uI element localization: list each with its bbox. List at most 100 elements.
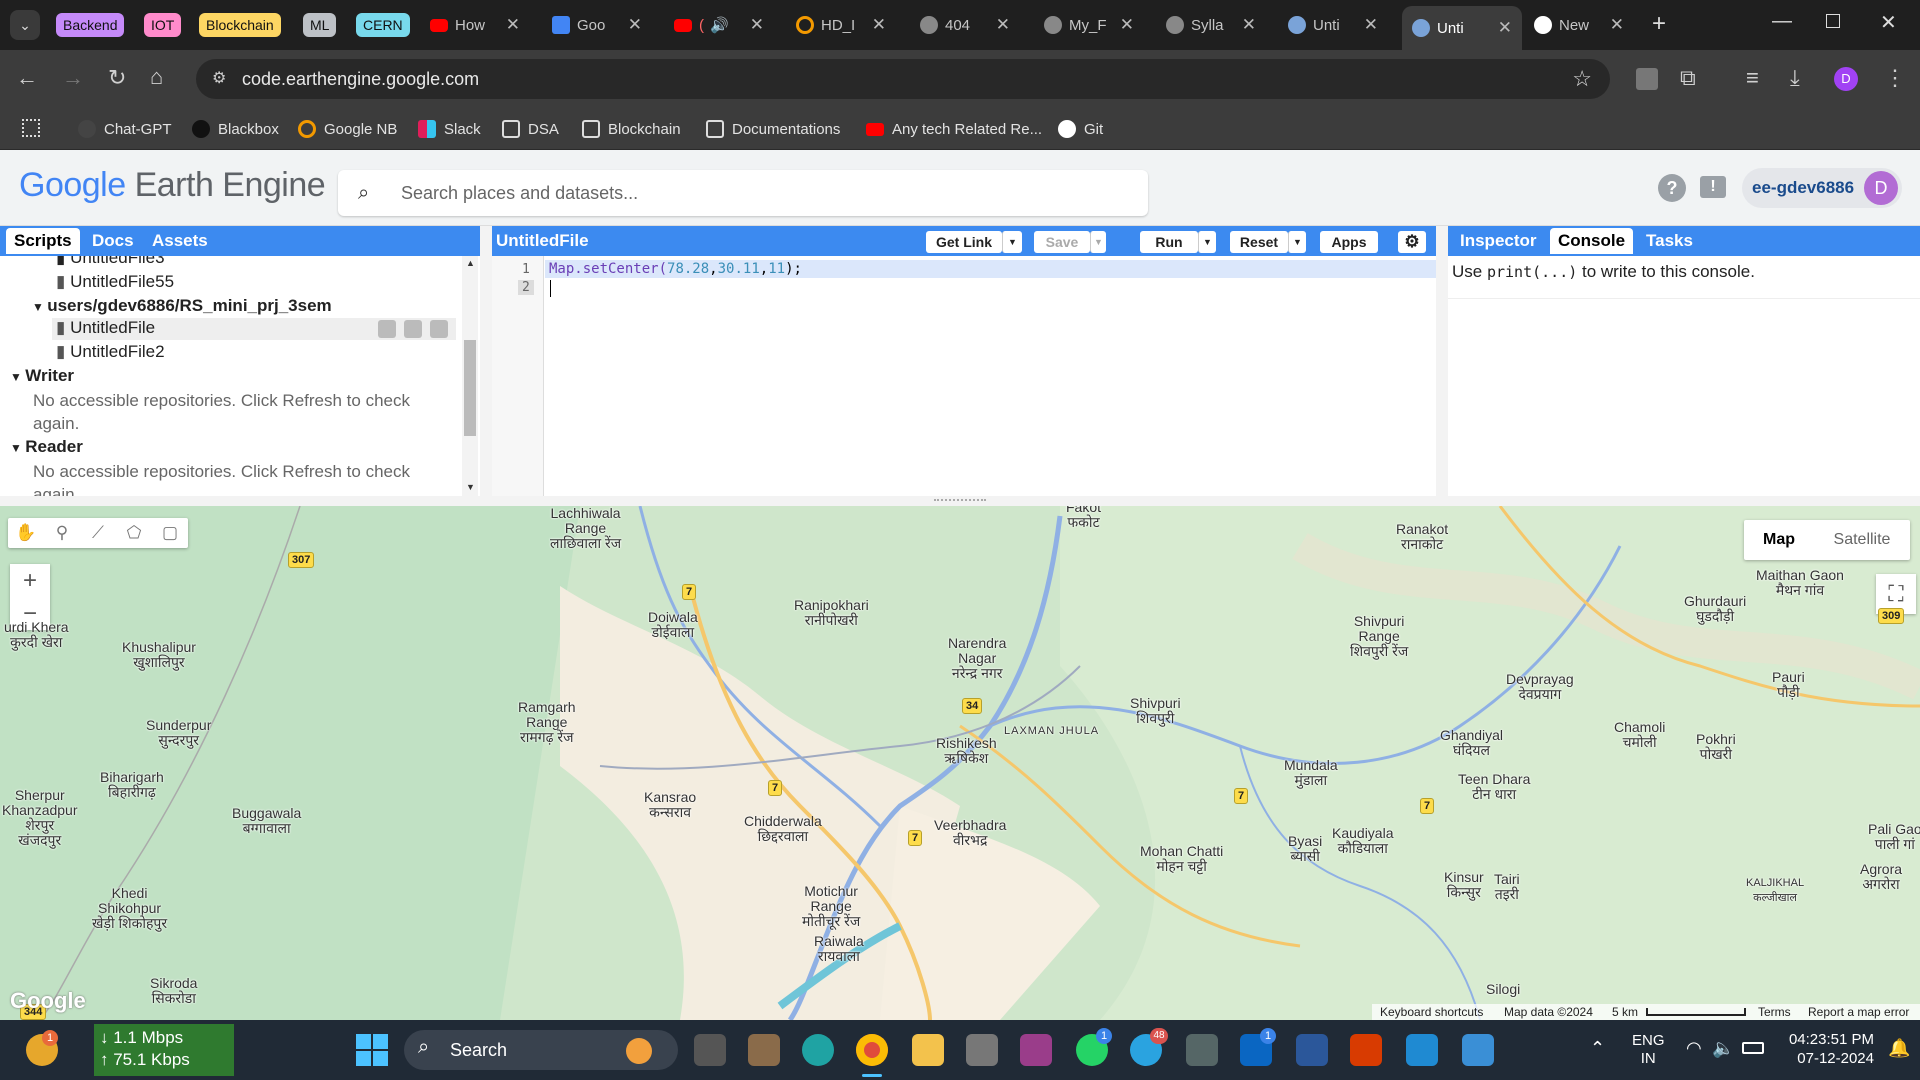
tab-console[interactable]: Console: [1550, 228, 1634, 254]
tab-group-cern[interactable]: CERN: [356, 13, 410, 37]
expand-triangle-icon[interactable]: ▼: [10, 370, 25, 384]
tab-group-iot[interactable]: IOT: [144, 13, 182, 37]
restore-button[interactable]: [1826, 14, 1840, 28]
hand-pan-icon[interactable]: ✋: [8, 523, 44, 543]
reset-button[interactable]: Reset: [1230, 231, 1288, 253]
bookmark-google-nb[interactable]: Google NB: [298, 117, 397, 141]
pen-app-icon[interactable]: [1186, 1034, 1218, 1066]
extensions-puzzle-icon[interactable]: ⧉: [1680, 67, 1696, 89]
tab-untitled-active[interactable]: Unti ✕: [1402, 6, 1522, 50]
expand-triangle-icon[interactable]: ▼: [10, 441, 25, 455]
code-editor[interactable]: 1 2 Map.setCenter(78.28,30.11,11);: [492, 256, 1436, 496]
chrome-icon[interactable]: [856, 1034, 888, 1066]
scroll-up-arrow[interactable]: ▲: [466, 258, 475, 268]
bookmark-dsa[interactable]: DSA: [502, 117, 559, 141]
tab-hd[interactable]: HD_I ✕: [796, 6, 896, 44]
tab-docs[interactable]: Docs: [84, 228, 142, 254]
scale-label[interactable]: 5 km: [1612, 1005, 1638, 1019]
tab-scripts[interactable]: Scripts: [6, 228, 80, 254]
apps-grid-icon[interactable]: [22, 119, 40, 137]
feedback-icon[interactable]: !: [1700, 176, 1726, 198]
terms-link[interactable]: Terms: [1758, 1005, 1791, 1019]
run-dropdown[interactable]: ▼: [1198, 231, 1216, 253]
home-button[interactable]: ⌂: [150, 66, 163, 88]
splitter-horizontal[interactable]: [0, 496, 1920, 506]
close-tab-icon[interactable]: ✕: [996, 15, 1010, 35]
file-explorer-icon[interactable]: [912, 1034, 944, 1066]
get-link-button[interactable]: Get Link: [926, 231, 1002, 253]
battery-icon[interactable]: [1742, 1042, 1764, 1054]
close-tab-icon[interactable]: ✕: [872, 15, 886, 35]
taskbar-search[interactable]: ⌕ Search: [404, 1030, 678, 1070]
code-line-1[interactable]: Map.setCenter(78.28,30.11,11);: [545, 260, 1436, 278]
game-app-icon[interactable]: [1020, 1034, 1052, 1066]
close-tab-icon[interactable]: ✕: [628, 15, 642, 35]
bookmark-slack[interactable]: Slack: [418, 117, 481, 141]
task-view-icon[interactable]: [694, 1034, 726, 1066]
close-tab-icon[interactable]: ✕: [1242, 15, 1256, 35]
file-app-icon[interactable]: [748, 1034, 780, 1066]
tab-group-blockchain[interactable]: Blockchain: [199, 13, 281, 37]
bookmark-chatgpt[interactable]: Chat-GPT: [78, 117, 172, 141]
close-tab-icon[interactable]: ✕: [750, 15, 764, 35]
apps-button[interactable]: Apps: [1320, 231, 1378, 253]
tab-google-doc[interactable]: Goo ✕: [552, 6, 652, 44]
script-file[interactable]: ▮ UntitledFile55: [56, 272, 174, 292]
notifications-bell-icon[interactable]: 🔔: [1888, 1038, 1910, 1059]
splitter-right[interactable]: [1436, 226, 1448, 496]
start-button[interactable]: [356, 1034, 388, 1066]
language-indicator[interactable]: ENG IN: [1632, 1032, 1665, 1068]
tab-youtube-playing[interactable]: (🔊 ✕: [674, 6, 774, 44]
run-button[interactable]: Run: [1140, 231, 1198, 253]
word-icon[interactable]: [1296, 1034, 1328, 1066]
close-tab-icon[interactable]: ✕: [1364, 15, 1378, 35]
forward-button[interactable]: →: [62, 67, 84, 89]
vscode-icon[interactable]: [1406, 1034, 1438, 1066]
show-hidden-icons[interactable]: ⌃: [1590, 1038, 1605, 1059]
expand-triangle-icon[interactable]: ▼: [32, 300, 47, 314]
save-button[interactable]: Save: [1034, 231, 1090, 253]
scroll-down-arrow[interactable]: ▼: [466, 482, 475, 492]
keyboard-shortcuts-link[interactable]: Keyboard shortcuts: [1380, 1005, 1483, 1019]
splitter-left[interactable]: [480, 226, 492, 496]
volume-icon[interactable]: 🔈: [1712, 1038, 1734, 1059]
bookmark-tech[interactable]: Any tech Related Re...: [866, 117, 1042, 141]
speaker-icon[interactable]: 🔊: [710, 16, 729, 34]
close-tab-icon[interactable]: ✕: [506, 15, 520, 35]
close-tab-icon[interactable]: ✕: [1610, 15, 1624, 35]
tab-inspector[interactable]: Inspector: [1452, 228, 1545, 254]
new-tab-button[interactable]: +: [1652, 10, 1666, 38]
help-icon[interactable]: ?: [1658, 174, 1686, 202]
scroll-thumb[interactable]: [464, 340, 476, 436]
tab-youtube-how[interactable]: How ✕: [430, 6, 530, 44]
site-info-icon[interactable]: ⚙: [212, 59, 226, 99]
bookmark-blockchain[interactable]: Blockchain: [582, 117, 681, 141]
media-control-icon[interactable]: ≡: [1746, 67, 1759, 89]
history-icon[interactable]: [378, 320, 396, 338]
search-input[interactable]: ⌕ Search places and datasets...: [338, 170, 1148, 216]
tab-untitled-1[interactable]: Unti ✕: [1288, 6, 1388, 44]
close-window-button[interactable]: ✕: [1880, 10, 1897, 35]
report-map-error-link[interactable]: Report a map error: [1808, 1005, 1909, 1019]
calculator-icon[interactable]: [966, 1034, 998, 1066]
scrollbar[interactable]: ▲ ▼: [462, 256, 478, 496]
back-button[interactable]: ←: [16, 67, 38, 89]
tab-github-new[interactable]: New ✕: [1534, 6, 1634, 44]
tab-assets[interactable]: Assets: [144, 228, 216, 254]
office-app-icon[interactable]: [1350, 1034, 1382, 1066]
clock[interactable]: 04:23:51 PM 07-12-2024: [1774, 1030, 1874, 1068]
marker-pin-icon[interactable]: ⚲: [44, 523, 80, 543]
reload-button[interactable]: ↻: [108, 67, 126, 89]
bookmark-documentations[interactable]: Documentations: [706, 117, 840, 141]
edge-icon[interactable]: [802, 1034, 834, 1066]
tab-group-backend[interactable]: Backend: [56, 13, 125, 37]
script-file-selected[interactable]: ▮ UntitledFile: [52, 318, 456, 340]
reader-section[interactable]: ▼ Reader: [10, 437, 83, 457]
settings-gear-icon[interactable]: ⚙: [1398, 231, 1426, 253]
editor-filename[interactable]: UntitledFile: [496, 231, 589, 251]
writer-section[interactable]: ▼ Writer: [10, 366, 74, 386]
tab-group-ml[interactable]: ML: [303, 13, 337, 37]
script-file[interactable]: ▮ UntitledFile2: [56, 342, 165, 362]
tab-my[interactable]: My_F ✕: [1044, 6, 1144, 44]
rename-icon[interactable]: [404, 320, 422, 338]
